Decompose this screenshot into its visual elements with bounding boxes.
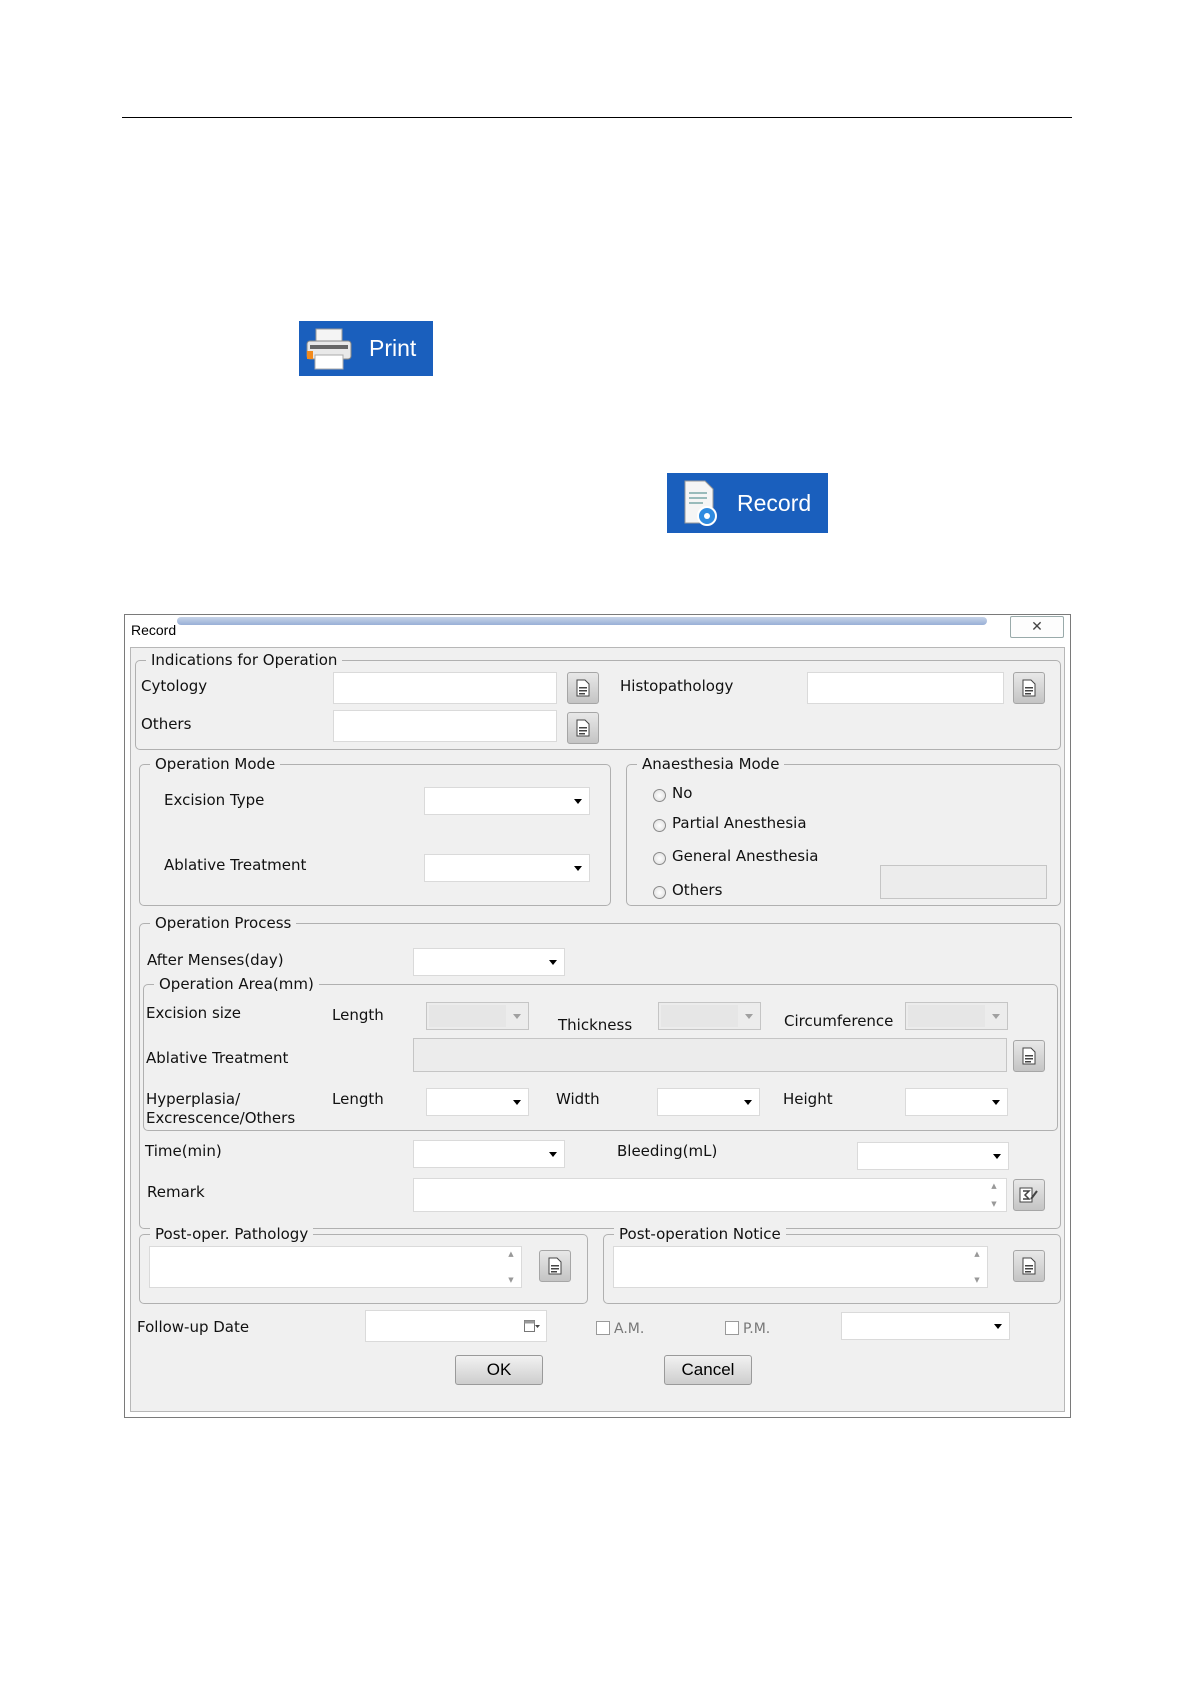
document-icon [576,719,590,737]
height-select[interactable] [905,1088,1008,1116]
record-dialog: Record ✕ Indications for Operation Cytol… [124,614,1071,1418]
histopathology-label: Histopathology [620,677,734,695]
operation-mode-group: Operation Mode [139,755,611,906]
width-select[interactable] [657,1088,760,1116]
anaesthesia-partial-label: Partial Anesthesia [672,814,807,832]
cancel-button[interactable]: Cancel [664,1355,752,1385]
document-icon [1022,679,1036,697]
printer-icon [299,321,359,376]
others-label: Others [141,715,192,733]
ablative-treatment-mode-label: Ablative Treatment [164,856,307,874]
hyperplasia-length-label: Length [332,1090,384,1108]
remark-input[interactable] [413,1178,1007,1212]
remark-template-button[interactable] [1013,1179,1045,1211]
operation-area-legend: Operation Area(mm) [154,975,319,993]
remark-label: Remark [147,1183,205,1201]
post-pathology-scroll-spinner[interactable]: ▲ ▼ [503,1248,519,1286]
am-label: A.M. [614,1321,645,1337]
ablative-treatment-area-input[interactable] [413,1038,1007,1072]
circumference-label: Circumference [784,1012,894,1030]
hyperplasia-length-select[interactable] [426,1088,529,1116]
dialog-title: Record [131,622,177,638]
width-label: Width [556,1090,600,1108]
hyperplasia-label-line1: Hyperplasia/ [146,1090,241,1108]
excision-length-select[interactable] [426,1002,529,1030]
record-button-label: Record [737,489,812,516]
others-input[interactable] [333,710,557,742]
pm-label: P.M. [743,1321,771,1337]
print-button-label: Print [369,335,417,361]
circumference-select[interactable] [905,1002,1008,1030]
post-notice-legend: Post-operation Notice [614,1225,786,1243]
document-icon [548,1257,562,1275]
time-select[interactable] [413,1140,565,1168]
close-button[interactable]: ✕ [1010,616,1064,638]
remark-scroll-spinner[interactable]: ▲ ▼ [986,1180,1002,1210]
indications-legend: Indications for Operation [146,651,343,669]
others-picker-button[interactable] [567,712,599,744]
document-gear-icon [667,473,731,533]
dialog-body: Indications for Operation Cytology Histo… [130,647,1065,1412]
pm-checkbox[interactable] [725,1321,739,1335]
cytology-label: Cytology [141,677,208,695]
anaesthesia-general-label: General Anesthesia [672,847,819,865]
anaesthesia-others-radio[interactable] [653,886,666,899]
dialog-titlebar: Record ✕ [125,615,1070,647]
histopathology-input[interactable] [807,672,1004,704]
hyperplasia-label-line2: Excrescence/Others [146,1109,296,1127]
post-notice-scroll-spinner[interactable]: ▲ ▼ [969,1248,985,1286]
ablative-treatment-mode-select[interactable] [424,854,590,882]
anaesthesia-mode-legend: Anaesthesia Mode [637,755,785,773]
blurred-patient-bar [177,617,987,625]
anaesthesia-others-label: Others [672,881,723,899]
anaesthesia-no-label: No [672,784,693,802]
document-icon [576,679,590,697]
after-menses-label: After Menses(day) [147,951,284,969]
after-menses-select[interactable] [413,948,565,976]
anaesthesia-others-input[interactable] [880,865,1047,899]
post-pathology-legend: Post-oper. Pathology [150,1225,314,1243]
post-pathology-input[interactable] [149,1246,522,1288]
bleeding-select[interactable] [857,1142,1009,1170]
follow-up-label: Follow-up Date [137,1318,250,1336]
calendar-icon[interactable] [524,1318,540,1332]
am-checkbox[interactable] [596,1321,610,1335]
cytology-picker-button[interactable] [567,672,599,704]
cytology-input[interactable] [333,672,557,704]
operation-process-legend: Operation Process [150,914,297,932]
ok-button[interactable]: OK [455,1355,543,1385]
document-icon [1022,1047,1036,1065]
time-label: Time(min) [145,1142,222,1160]
anaesthesia-no-radio[interactable] [653,789,666,802]
close-icon: ✕ [1031,619,1043,635]
excision-type-select[interactable] [424,787,590,815]
thickness-label: Thickness [558,1016,633,1034]
post-pathology-picker-button[interactable] [539,1250,571,1282]
excision-size-label: Excision size [146,1004,242,1022]
operation-mode-legend: Operation Mode [150,755,281,773]
print-button[interactable]: Print [299,321,433,376]
follow-up-date-input[interactable] [365,1310,547,1342]
thickness-select[interactable] [658,1002,761,1030]
header-rule [122,117,1072,118]
height-label: Height [783,1090,833,1108]
excision-length-label: Length [332,1006,384,1024]
post-notice-input[interactable] [613,1246,988,1288]
post-notice-picker-button[interactable] [1013,1250,1045,1282]
anaesthesia-partial-radio[interactable] [653,819,666,832]
record-button[interactable]: Record [667,473,828,533]
edit-template-icon [1019,1187,1038,1203]
ablative-treatment-picker-button[interactable] [1013,1040,1045,1072]
excision-type-label: Excision Type [164,791,265,809]
document-icon [1022,1257,1036,1275]
histopathology-picker-button[interactable] [1013,672,1045,704]
ablative-treatment-area-label: Ablative Treatment [146,1049,289,1067]
anaesthesia-general-radio[interactable] [653,852,666,865]
bleeding-label: Bleeding(mL) [617,1142,718,1160]
follow-up-time-select[interactable] [841,1312,1010,1340]
